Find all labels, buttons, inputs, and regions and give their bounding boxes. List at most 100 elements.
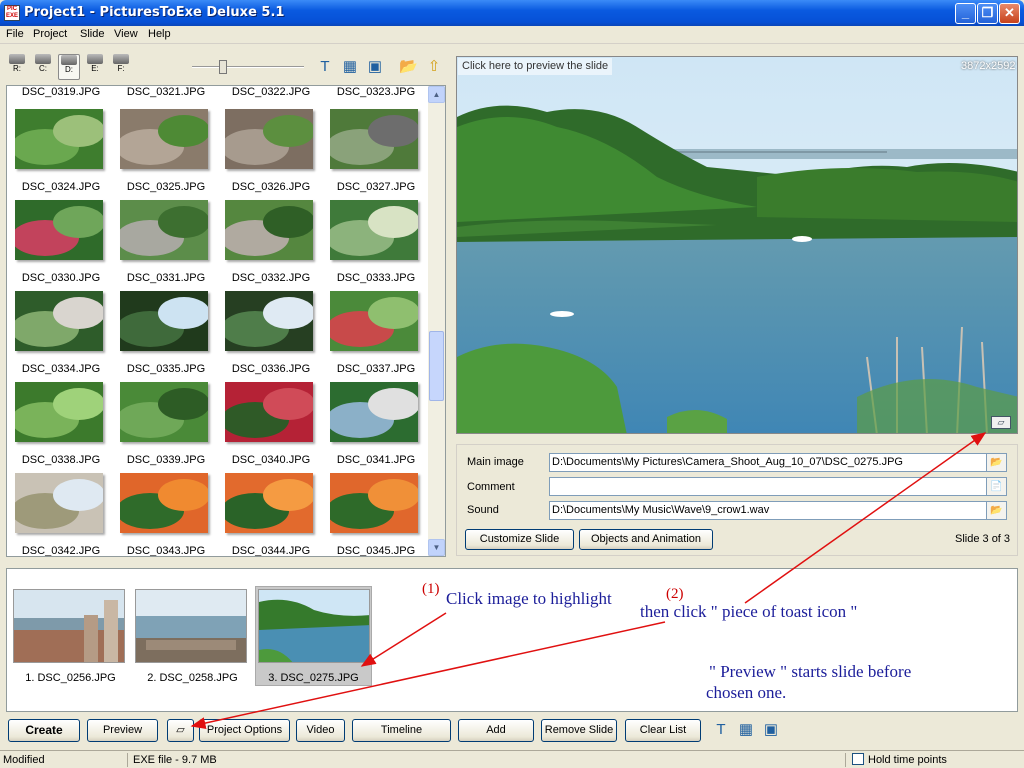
menu-file[interactable]: File — [6, 28, 24, 40]
app-icon: PIC EXE — [4, 5, 20, 21]
thumb-caption[interactable]: DSC_0322.JPG — [225, 86, 317, 98]
slide-item[interactable]: 2. DSC_0258.JPG — [135, 589, 250, 684]
drive-r-button[interactable]: R: — [6, 54, 28, 80]
thumbnail-item[interactable]: DSC_0335.JPG — [116, 291, 212, 375]
thumbnail-item[interactable]: DSC_0327.JPG — [326, 109, 422, 193]
customize-slide-button[interactable]: Customize Slide — [465, 529, 574, 550]
thumbnail-item[interactable]: DSC_0334.JPG — [11, 291, 107, 375]
preview-button[interactable]: Preview — [87, 719, 158, 742]
add-button[interactable]: Add — [458, 719, 534, 742]
thumbnail-size-slider[interactable] — [192, 66, 304, 68]
image-resolution: 3872x2592 — [961, 60, 1016, 72]
thumbnail-item[interactable]: DSC_0345.JPG — [326, 473, 422, 556]
grid-scrollbar[interactable]: ▲ ▼ — [428, 86, 445, 556]
minimize-icon[interactable]: _ — [955, 3, 976, 24]
thumb-caption[interactable]: DSC_0319.JPG — [15, 86, 107, 98]
slider-thumb[interactable] — [219, 60, 227, 74]
status-modified: Modified — [3, 754, 45, 766]
image-icon[interactable]: ▣ — [762, 721, 780, 739]
hold-time-checkbox[interactable] — [852, 753, 864, 765]
thumbnail-image — [221, 382, 315, 442]
scroll-thumb[interactable] — [429, 331, 444, 401]
drive-e-button[interactable]: E: — [84, 54, 106, 80]
thumb-caption: DSC_0327.JPG — [336, 181, 416, 193]
menu-project[interactable]: Project — [33, 28, 67, 40]
thumbnail-image — [326, 473, 420, 533]
drive-f-button[interactable]: F: — [110, 54, 132, 80]
thumbnail-item[interactable]: DSC_0337.JPG — [326, 291, 422, 375]
preview-slide-link[interactable]: Click here to preview the slide — [458, 58, 613, 75]
thumbnail-item[interactable]: DSC_0343.JPG — [116, 473, 212, 557]
main-image-field[interactable]: D:\Documents\My Pictures\Camera_Shoot_Au… — [549, 453, 987, 472]
thumbnail-item[interactable]: DSC_0330.JPG — [11, 200, 107, 284]
window-title: Project1 - PicturesToExe Deluxe 5.1 — [24, 5, 285, 20]
comment-field[interactable] — [549, 477, 987, 496]
thumbnail-item[interactable]: DSC_0336.JPG — [221, 291, 317, 375]
thumbnail-item[interactable]: DSC_0325.JPG — [116, 109, 212, 193]
thumbnail-image — [326, 382, 420, 442]
drive-icon — [87, 54, 103, 64]
hold-time-label: Hold time points — [868, 754, 947, 766]
browse-image-icon[interactable]: 📂 — [986, 453, 1007, 472]
objects-animation-button[interactable]: Objects and Animation — [579, 529, 713, 550]
sound-field[interactable]: D:\Documents\My Music\Wave\9_crow1.wav — [549, 501, 987, 520]
thumbnail-item[interactable]: DSC_0339.JPG — [116, 382, 212, 466]
thumb-caption: DSC_0335.JPG — [126, 363, 206, 375]
remove-slide-button[interactable]: Remove Slide — [541, 719, 617, 742]
thumb-caption[interactable]: DSC_0323.JPG — [330, 86, 422, 98]
annotation-text-3a: " Preview " starts slide before — [709, 662, 912, 681]
thumb-caption: DSC_0337.JPG — [336, 363, 416, 375]
timeline-button[interactable]: Timeline — [352, 719, 451, 742]
comment-edit-icon[interactable]: 📄 — [986, 477, 1007, 496]
thumb-caption[interactable]: DSC_0321.JPG — [120, 86, 212, 98]
thumbnail-item[interactable]: DSC_0338.JPG — [11, 382, 107, 466]
text-icon[interactable]: T — [316, 58, 334, 76]
video-button[interactable]: Video — [296, 719, 345, 742]
browse-sound-icon[interactable]: 📂 — [986, 501, 1007, 520]
toast-icon[interactable]: ▱ — [991, 416, 1011, 429]
close-icon[interactable]: ✕ — [999, 3, 1020, 24]
drive-c-button[interactable]: C: — [32, 54, 54, 80]
list-icon[interactable]: ▦ — [737, 721, 755, 739]
thumbnail-item[interactable]: DSC_0341.JPG — [326, 382, 422, 466]
slide-item-selected[interactable]: 3. DSC_0275.JPG — [255, 586, 372, 686]
thumbnail-item[interactable]: DSC_0344.JPG — [221, 473, 317, 556]
thumbnail-item[interactable]: DSC_0324.JPG — [11, 109, 107, 193]
text-icon[interactable]: T — [712, 721, 730, 739]
thumbnail-image — [221, 473, 315, 533]
slide-preview[interactable] — [456, 56, 1018, 434]
menu-slide[interactable]: Slide — [80, 28, 104, 40]
thumbnail-item[interactable]: DSC_0342.JPG — [11, 473, 107, 556]
folder-up-icon[interactable]: ⇧ — [425, 58, 443, 76]
restore-icon[interactable]: ❐ — [977, 3, 998, 24]
drive-d-button[interactable]: D: — [58, 54, 80, 80]
thumbnail-item[interactable]: DSC_0340.JPG — [221, 382, 317, 466]
toast-preview-button[interactable]: ▱ — [167, 719, 194, 742]
drive-label: E: — [91, 64, 99, 73]
menu-help[interactable]: Help — [148, 28, 171, 40]
scroll-down-icon[interactable]: ▼ — [428, 539, 445, 556]
slide-item[interactable]: 1. DSC_0256.JPG — [13, 589, 128, 684]
thumbnail-image — [221, 291, 315, 351]
thumbnail-item[interactable]: DSC_0332.JPG — [221, 200, 317, 284]
thumbnail-item[interactable]: DSC_0326.JPG — [221, 109, 317, 193]
title-bar[interactable]: PIC EXE Project1 - PicturesToExe Deluxe … — [0, 0, 1024, 26]
create-button[interactable]: Create — [8, 719, 80, 742]
thumb-caption: DSC_0343.JPG — [126, 545, 206, 557]
list-icon[interactable]: ▦ — [341, 58, 359, 76]
drive-icon — [113, 54, 129, 64]
image-icon[interactable]: ▣ — [366, 58, 384, 76]
thumb-caption: DSC_0324.JPG — [21, 181, 101, 193]
thumbnail-image — [326, 200, 420, 260]
annotation-text-2: then click " piece of toast icon " — [640, 602, 858, 621]
thumb-caption: DSC_0341.JPG — [336, 454, 416, 466]
folder-icon[interactable]: 📂 — [399, 58, 418, 76]
thumbnail-item[interactable]: DSC_0331.JPG — [116, 200, 212, 284]
menu-view[interactable]: View — [114, 28, 138, 40]
project-options-button[interactable]: Project Options — [199, 719, 290, 742]
sound-label: Sound — [467, 504, 499, 516]
scroll-up-icon[interactable]: ▲ — [428, 86, 445, 103]
thumbnail-grid: DSC_0319.JPG DSC_0321.JPG DSC_0322.JPG D… — [6, 85, 446, 557]
thumbnail-item[interactable]: DSC_0333.JPG — [326, 200, 422, 284]
clear-list-button[interactable]: Clear List — [625, 719, 701, 742]
